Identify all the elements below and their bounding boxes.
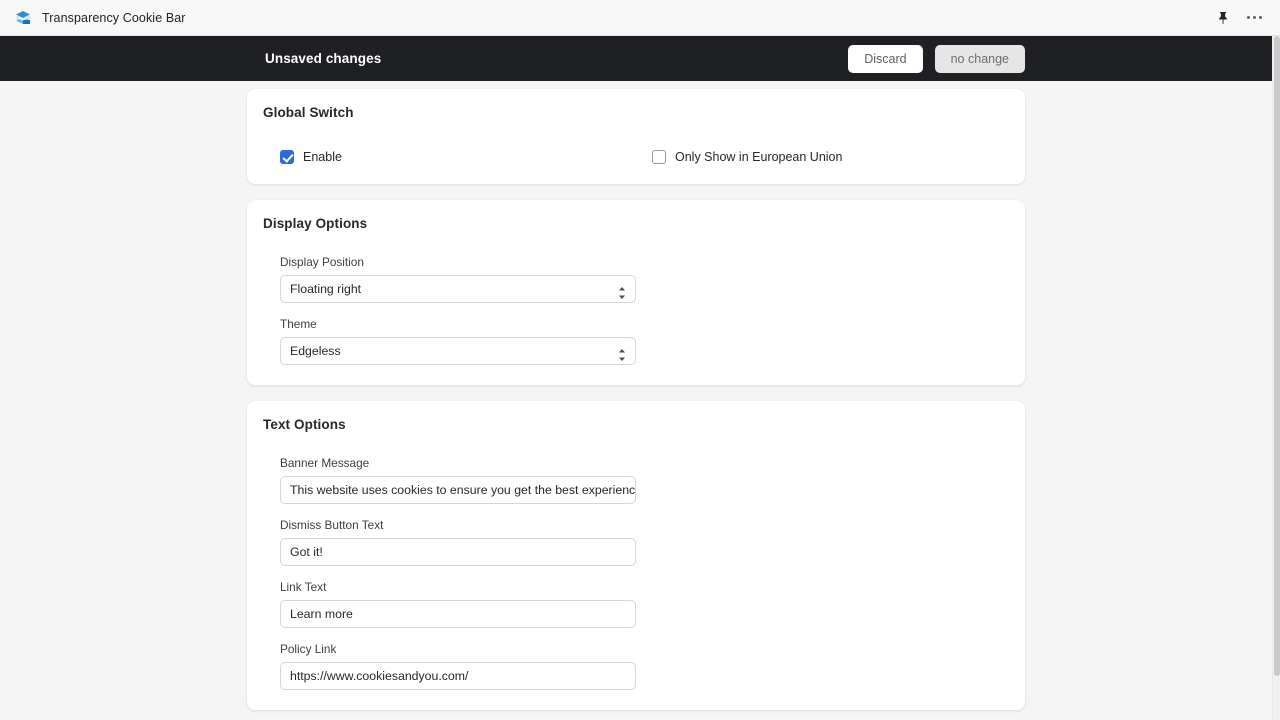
banner-message-field: Banner Message This website uses cookies…: [280, 456, 636, 504]
discard-button[interactable]: Discard: [848, 44, 923, 73]
global-switch-row: Enable Only Show in European Union: [263, 128, 1009, 164]
policy-link-label: Policy Link: [280, 642, 337, 656]
dismiss-button-text-label: Dismiss Button Text: [280, 518, 384, 532]
enable-checkbox-label: Enable: [303, 150, 342, 164]
theme-select[interactable]: Edgeless: [280, 337, 636, 365]
titlebar-actions: [1215, 10, 1270, 26]
dismiss-button-text-input[interactable]: Got it!: [280, 538, 636, 566]
enable-checkbox-item[interactable]: Enable: [263, 150, 635, 164]
display-position-label: Display Position: [280, 255, 364, 269]
more-options-icon[interactable]: [1245, 12, 1264, 23]
unsaved-changes-bar: Unsaved changes Discard no change: [0, 36, 1272, 81]
eu-only-checkbox[interactable]: [652, 150, 666, 164]
policy-link-input[interactable]: https://www.cookiesandyou.com/: [280, 662, 636, 690]
banner-message-input[interactable]: This website uses cookies to ensure you …: [280, 476, 636, 504]
text-options-fields: Banner Message This website uses cookies…: [263, 440, 1009, 690]
theme-field: Theme Edgeless: [280, 317, 636, 365]
theme-value: Edgeless: [290, 344, 341, 358]
display-options-card: Display Options Display Position Floatin…: [247, 200, 1025, 385]
unsaved-changes-message: Unsaved changes: [265, 51, 382, 66]
enable-checkbox[interactable]: [280, 150, 294, 164]
banner-message-label: Banner Message: [280, 456, 370, 470]
extension-logo-icon: [14, 9, 32, 27]
save-button[interactable]: no change: [934, 44, 1025, 73]
eu-only-checkbox-item[interactable]: Only Show in European Union: [635, 150, 842, 164]
display-position-field: Display Position Floating right: [280, 255, 636, 303]
pin-icon[interactable]: [1215, 10, 1231, 26]
chevron-updown-icon: [618, 345, 626, 361]
text-options-title: Text Options: [263, 417, 346, 432]
link-text-label: Link Text: [280, 580, 327, 594]
page-scrollbar[interactable]: [1272, 36, 1280, 720]
policy-link-field: Policy Link https://www.cookiesandyou.co…: [280, 642, 636, 690]
settings-scroll-area: Global Switch Enable Only Show in Europe…: [0, 81, 1272, 720]
link-text-field: Link Text Learn more: [280, 580, 636, 628]
global-switch-title: Global Switch: [263, 105, 354, 120]
dismiss-button-text-field: Dismiss Button Text Got it!: [280, 518, 636, 566]
eu-only-checkbox-label: Only Show in European Union: [675, 150, 843, 164]
display-options-fields: Display Position Floating right Theme Ed…: [263, 239, 1009, 365]
display-options-title: Display Options: [263, 216, 368, 231]
global-switch-card: Global Switch Enable Only Show in Europe…: [247, 89, 1025, 184]
chevron-updown-icon: [618, 283, 626, 299]
unsaved-changes-actions: Discard no change: [848, 44, 1272, 73]
page-scrollbar-thumb[interactable]: [1274, 36, 1280, 676]
extension-title: Transparency Cookie Bar: [42, 10, 186, 25]
display-position-select[interactable]: Floating right: [280, 275, 636, 303]
display-position-value: Floating right: [290, 282, 362, 296]
extension-titlebar: Transparency Cookie Bar: [0, 0, 1280, 36]
theme-label: Theme: [280, 317, 317, 331]
text-options-card: Text Options Banner Message This website…: [247, 401, 1025, 710]
link-text-input[interactable]: Learn more: [280, 600, 636, 628]
